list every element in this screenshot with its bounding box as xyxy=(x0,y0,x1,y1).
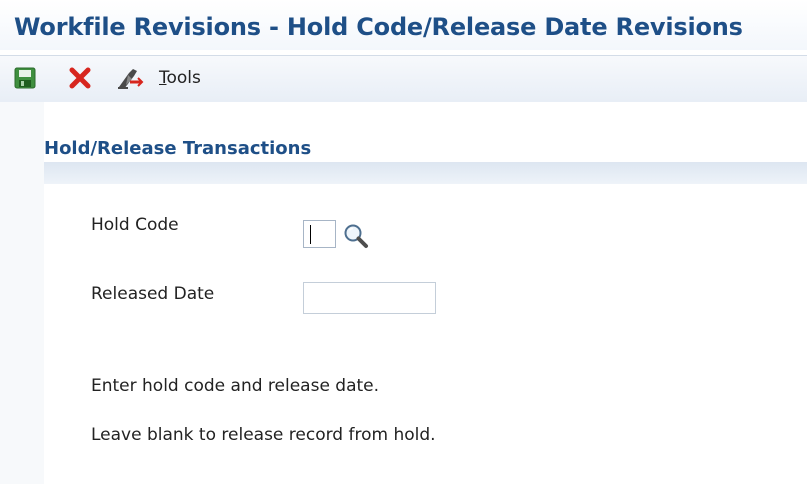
hold-code-label: Hold Code xyxy=(91,215,179,235)
page-title: Workfile Revisions - Hold Code/Release D… xyxy=(14,13,743,41)
instruction-line-2: Leave blank to release record from hold. xyxy=(91,425,436,445)
instruction-line-1: Enter hold code and release date. xyxy=(91,376,380,396)
section-header: Hold/Release Transactions xyxy=(44,136,807,162)
section-divider-band xyxy=(44,162,807,184)
hold-code-input[interactable] xyxy=(303,220,336,248)
released-date-input[interactable] xyxy=(303,282,436,314)
released-date-label: Released Date xyxy=(91,284,215,304)
tools-icon xyxy=(118,69,144,89)
cancel-button[interactable] xyxy=(67,65,93,91)
text-caret xyxy=(310,225,311,244)
toolbar: Tools xyxy=(0,55,807,103)
left-margin xyxy=(0,102,44,484)
tools-menu-button[interactable] xyxy=(116,65,144,91)
title-bar: Workfile Revisions - Hold Code/Release D… xyxy=(0,0,807,50)
hold-code-search-button[interactable] xyxy=(341,222,371,250)
section-title: Hold/Release Transactions xyxy=(44,138,312,159)
search-icon xyxy=(344,224,368,248)
cancel-icon xyxy=(69,67,91,89)
tools-menu-label[interactable]: Tools xyxy=(159,68,201,88)
save-icon xyxy=(14,67,36,89)
save-button[interactable] xyxy=(12,65,38,91)
